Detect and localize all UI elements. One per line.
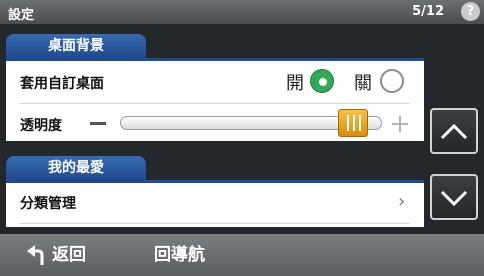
custom-desktop-row: 套用自訂桌面 開 關 (6, 63, 424, 101)
chevron-right-icon: › (398, 191, 406, 212)
title-bar: 設定 5/12 ? (0, 0, 484, 24)
category-management-row[interactable]: 分類管理 › (6, 183, 424, 221)
scroll-down-button[interactable] (430, 174, 478, 220)
chevron-down-icon (440, 190, 468, 207)
settings-panel: 桌面背景 套用自訂桌面 開 關 透明度 我的最愛 分類管理 › (0, 24, 484, 234)
category-management-label: 分類管理 (20, 196, 76, 212)
custom-desktop-label: 套用自訂桌面 (20, 76, 104, 92)
option-on-label: 開 (286, 73, 304, 94)
page-indicator: 5/12 (412, 4, 444, 19)
minus-icon[interactable] (90, 122, 106, 125)
back-arrow-icon (27, 245, 44, 265)
return-navigation-button[interactable]: 回導航 (154, 234, 205, 276)
section-header-favorites: 我的最愛 (6, 156, 146, 180)
help-icon[interactable]: ? (461, 2, 480, 21)
section-header-desktop-background: 桌面背景 (6, 34, 146, 58)
scroll-up-button[interactable] (430, 108, 478, 154)
section-card-desktop-background: 套用自訂桌面 開 關 透明度 (6, 61, 424, 141)
row-separator (20, 103, 410, 104)
transparency-row: 透明度 (6, 105, 424, 143)
back-button[interactable]: 返回 (26, 234, 86, 276)
bottom-bar: 返回 回導航 (0, 234, 484, 276)
page-title: 設定 (8, 8, 35, 23)
option-off-label: 關 (354, 73, 372, 94)
transparency-slider-thumb[interactable] (338, 109, 369, 137)
transparency-label: 透明度 (20, 118, 62, 134)
row-separator (20, 223, 410, 224)
radio-off[interactable] (380, 69, 404, 93)
chevron-up-icon (440, 123, 468, 140)
radio-on[interactable] (310, 69, 334, 93)
return-navigation-label: 回導航 (154, 245, 205, 265)
back-label: 返回 (52, 245, 86, 265)
section-card-favorites: 分類管理 › (6, 183, 424, 227)
